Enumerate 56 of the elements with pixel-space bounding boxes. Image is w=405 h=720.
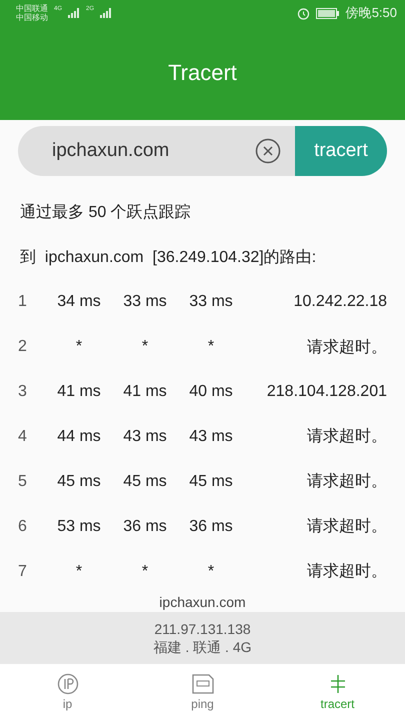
hop-number: 7 <box>18 562 28 581</box>
battery-icon <box>316 8 340 18</box>
status-time: 傍晚5:50 <box>346 4 397 22</box>
hop-address: 10.242.22.18 <box>292 293 387 312</box>
hop-number: 2 <box>18 338 28 356</box>
app-title: Tracert <box>168 60 237 86</box>
response-time: 43 ms <box>188 428 234 446</box>
response-time: 45 ms <box>188 472 234 491</box>
info-text: 到 ipchaxun.com [36.249.104.32]的路由: <box>20 248 316 268</box>
response-time: * <box>140 562 150 581</box>
response-time: * <box>74 562 84 581</box>
hop-address: 请求超时。 <box>306 338 387 358</box>
hop-number: 5 <box>18 472 28 491</box>
response-time: 41 ms <box>122 382 168 401</box>
response-time: 45 ms <box>56 472 102 491</box>
client-ip: 211.97.131.138 <box>154 620 251 638</box>
hop-number: 4 <box>18 428 28 446</box>
clear-icon[interactable] <box>255 138 281 164</box>
host-input-field[interactable]: ipchaxun.com <box>50 138 255 163</box>
response-time: 36 ms <box>122 518 168 536</box>
response-time: 33 ms <box>122 293 168 312</box>
ip-circle-icon <box>56 673 78 696</box>
hop-number: 6 <box>18 518 28 536</box>
response-time: * <box>206 562 216 581</box>
nav-tab[interactable]: ip <box>0 664 135 720</box>
search-bar[interactable]: ipchaxun.com <box>18 126 295 176</box>
info-text: 通过最多 50 个跃点跟踪 <box>20 202 191 223</box>
hop-number: 1 <box>18 293 28 312</box>
document-icon <box>190 673 214 696</box>
hop-number: 3 <box>18 382 28 401</box>
response-time: * <box>206 338 216 356</box>
hop-address: 请求超时。 <box>306 472 387 492</box>
response-time: 45 ms <box>122 472 168 491</box>
carrier-name: 中国移动 <box>16 13 48 22</box>
response-time: 44 ms <box>56 428 102 446</box>
hop-address: 请求超时。 <box>306 426 387 448</box>
response-time: 34 ms <box>56 293 102 312</box>
hop-address: 请求超时。 <box>306 562 387 582</box>
response-time: 41 ms <box>56 382 102 401</box>
response-time: * <box>140 338 150 356</box>
signal-icon <box>100 8 112 18</box>
nav-tab[interactable]: tracert <box>270 664 405 720</box>
response-time: 33 ms <box>188 293 234 312</box>
hop-address: 请求超时。 <box>306 516 387 538</box>
response-time: 40 ms <box>188 382 234 401</box>
response-time: 36 ms <box>188 518 234 536</box>
response-time: * <box>74 338 84 356</box>
response-time: 43 ms <box>122 428 168 446</box>
signal-icon <box>68 8 80 18</box>
hop-address: 218.104.128.201 <box>266 382 387 401</box>
tracert-button[interactable]: tracert <box>295 126 387 176</box>
carrier-name: 中国联通 <box>16 4 48 13</box>
client-location: 福建 . 联通 . 4G <box>153 638 252 656</box>
nav-tab[interactable]: ping <box>135 664 270 720</box>
site-name: ipchaxun.com <box>158 594 247 612</box>
response-time: 53 ms <box>56 518 102 536</box>
